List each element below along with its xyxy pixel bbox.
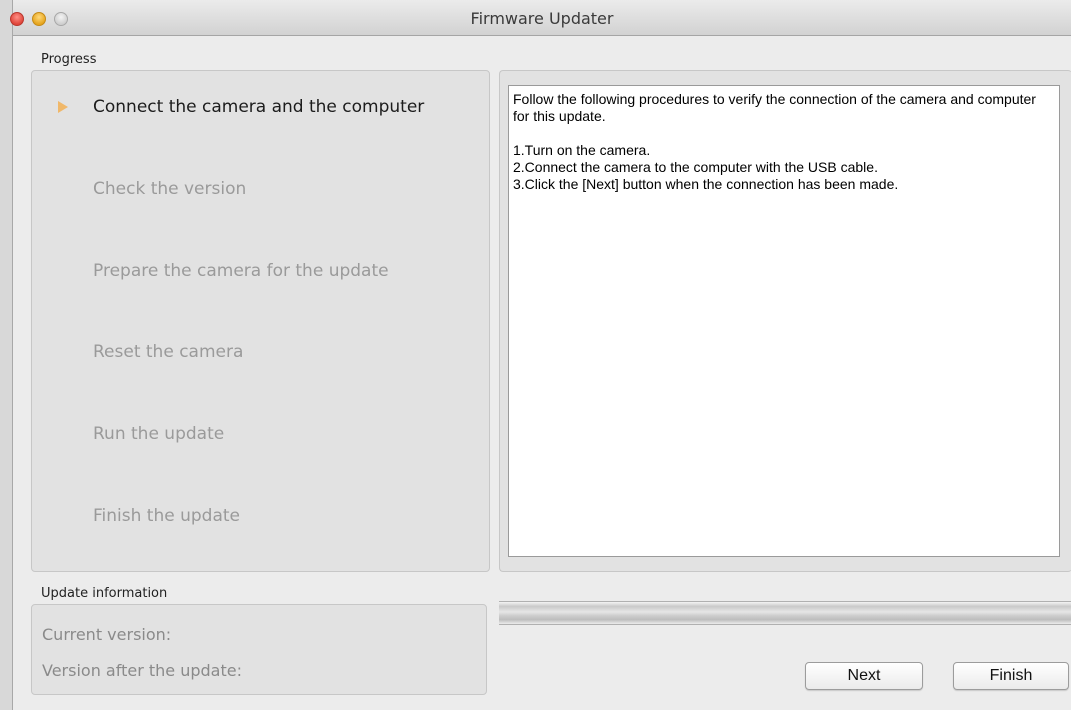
update-progress-bar: [499, 601, 1071, 625]
step-connect-camera: Connect the camera and the computer: [93, 97, 425, 117]
window-title: Firmware Updater: [470, 9, 614, 28]
firmware-updater-window: Firmware Updater Progress Connect the ca…: [10, 0, 1071, 710]
version-after-update-label: Version after the update:: [42, 661, 242, 680]
instruction-line: 3.Click the [Next] button when the conne…: [513, 176, 899, 192]
current-version-label: Current version:: [42, 625, 172, 644]
progress-steps-panel: Connect the camera and the computer Chec…: [31, 70, 490, 572]
finish-button[interactable]: Finish: [953, 662, 1069, 690]
instructions-panel: Follow the following procedures to verif…: [499, 70, 1071, 572]
step-reset-camera: Reset the camera: [93, 342, 244, 362]
instructions-text-area[interactable]: Follow the following procedures to verif…: [508, 85, 1060, 557]
step-check-version: Check the version: [93, 179, 247, 199]
step-run-update: Run the update: [93, 424, 225, 444]
instructions-intro: Follow the following procedures to verif…: [513, 91, 1036, 124]
step-finish-update: Finish the update: [93, 506, 240, 526]
current-step-arrow-icon: [58, 101, 68, 113]
title-bar[interactable]: Firmware Updater: [10, 0, 1071, 36]
progress-label: Progress: [41, 52, 97, 67]
instruction-line: 1.Turn on the camera.: [513, 142, 651, 158]
step-prepare-camera: Prepare the camera for the update: [93, 261, 389, 281]
update-info-label: Update information: [41, 586, 168, 601]
instruction-line: 2.Connect the camera to the computer wit…: [513, 159, 878, 175]
update-info-panel: Current version: Version after the updat…: [31, 604, 487, 695]
next-button[interactable]: Next: [805, 662, 923, 690]
